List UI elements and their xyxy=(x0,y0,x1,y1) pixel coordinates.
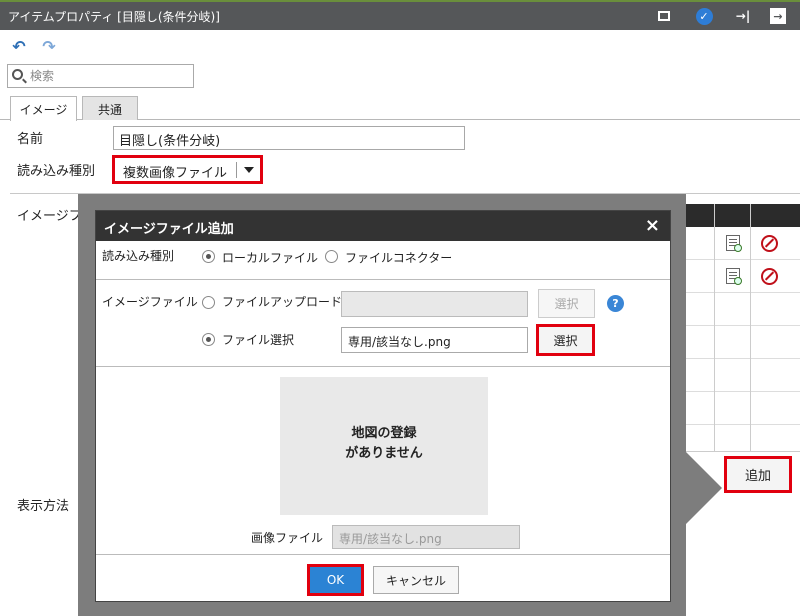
modal-callout-pointer xyxy=(686,452,722,524)
dialog-header: イメージファイル追加 × xyxy=(96,211,670,241)
load-type-select[interactable]: 複数画像ファイル xyxy=(112,155,263,184)
preview-message: 地図の登録 がありません xyxy=(280,424,488,464)
radio-file-connector-label[interactable]: ファイルコネクター xyxy=(345,249,452,266)
table-row xyxy=(686,326,800,359)
display-method-label: 表示方法 xyxy=(17,499,70,514)
radio-local-file[interactable] xyxy=(202,250,215,263)
radio-file-upload-label[interactable]: ファイルアップロード xyxy=(222,293,342,310)
check-icon[interactable]: ✓ xyxy=(694,6,714,26)
close-icon[interactable]: × xyxy=(645,215,660,236)
search-box[interactable] xyxy=(7,64,194,88)
file-select-button[interactable]: 選択 xyxy=(536,324,595,356)
preview-line-1: 地図の登録 xyxy=(351,426,417,441)
delete-icon[interactable] xyxy=(761,235,778,252)
dialog-load-type-label: 読み込み種別 xyxy=(102,249,175,263)
cancel-button[interactable]: キャンセル xyxy=(373,566,459,594)
table-row xyxy=(686,227,800,260)
dialog-title: イメージファイル追加 xyxy=(104,222,234,237)
table-row xyxy=(686,260,800,293)
window-icon[interactable] xyxy=(654,6,674,26)
window-titlebar: アイテムプロパティ [目隠し(条件分岐)] ✓ →| → xyxy=(0,0,800,30)
dialog-divider xyxy=(96,279,670,280)
select-separator xyxy=(236,162,237,178)
tab-bar: イメージ 共通 xyxy=(0,96,800,121)
ok-button[interactable]: OK xyxy=(307,564,364,596)
search-input[interactable] xyxy=(28,67,188,85)
edit-document-icon[interactable] xyxy=(726,268,742,285)
image-preview: 地図の登録 がありません xyxy=(280,377,488,515)
window-title: アイテムプロパティ [目隠し(条件分岐)] xyxy=(8,10,220,24)
preview-line-2: がありません xyxy=(345,446,423,461)
redo-icon[interactable]: ↷ xyxy=(40,38,58,56)
radio-file-connector[interactable] xyxy=(325,250,338,263)
image-file-field-label: 画像ファイル xyxy=(251,531,324,545)
chevron-down-icon xyxy=(244,167,254,173)
help-icon[interactable]: ? xyxy=(607,295,624,312)
load-type-value: 複数画像ファイル xyxy=(123,166,228,181)
tab-common[interactable]: 共通 xyxy=(82,96,138,120)
name-label: 名前 xyxy=(17,132,44,147)
dialog-divider xyxy=(96,366,670,367)
table-row xyxy=(686,359,800,392)
table-row xyxy=(686,392,800,425)
radio-file-select-label[interactable]: ファイル選択 xyxy=(222,331,294,348)
column-divider xyxy=(714,204,715,452)
column-divider xyxy=(750,204,751,452)
radio-local-file-label[interactable]: ローカルファイル xyxy=(222,249,318,266)
dialog-image-file-label: イメージファイル xyxy=(102,295,198,309)
radio-file-upload[interactable] xyxy=(202,296,215,309)
upload-file-input xyxy=(341,291,528,317)
image-file-field: 専用/該当なし.png xyxy=(332,525,520,549)
image-list-header xyxy=(686,204,800,227)
load-type-label: 読み込み種別 xyxy=(17,164,96,179)
search-icon xyxy=(12,69,23,80)
edit-document-icon[interactable] xyxy=(726,235,742,252)
name-input[interactable]: 目隠し(条件分岐) xyxy=(113,126,465,150)
upload-select-button: 選択 xyxy=(538,289,595,318)
delete-icon[interactable] xyxy=(761,268,778,285)
undo-icon[interactable]: ↶ xyxy=(10,38,28,56)
radio-file-select[interactable] xyxy=(202,333,215,346)
exit-icon[interactable]: → xyxy=(768,6,788,26)
add-image-file-dialog: イメージファイル追加 × 読み込み種別 ローカルファイル ファイルコネクター イ… xyxy=(95,210,671,602)
table-row xyxy=(686,293,800,326)
image-list-table xyxy=(686,227,800,452)
pin-icon[interactable]: →| xyxy=(730,6,756,26)
add-button[interactable]: 追加 xyxy=(724,456,792,493)
selected-file-input[interactable]: 専用/該当なし.png xyxy=(341,327,528,353)
tab-image[interactable]: イメージ xyxy=(10,96,77,121)
dialog-footer-divider xyxy=(96,554,670,555)
